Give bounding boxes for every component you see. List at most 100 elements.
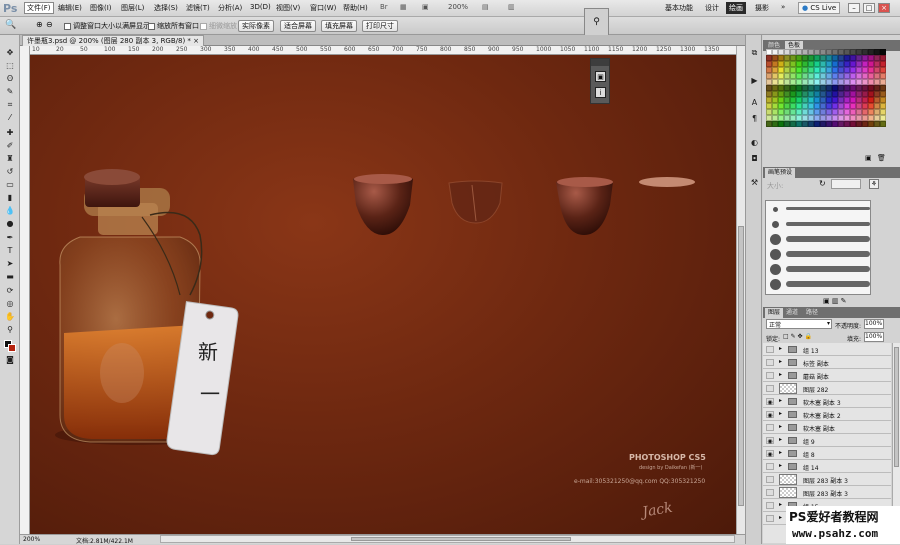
- blur-tool-icon[interactable]: 💧: [4, 206, 16, 216]
- expand-arrow-icon[interactable]: ▸: [779, 410, 782, 417]
- 3d-rotate-icon[interactable]: ⟳: [4, 286, 16, 296]
- dodge-tool-icon[interactable]: ●: [4, 219, 16, 229]
- visibility-eye-icon[interactable]: [766, 502, 774, 509]
- vertical-scroll-thumb[interactable]: [738, 226, 744, 506]
- eyedropper-tool-icon[interactable]: ⁄: [4, 113, 16, 123]
- layer-row[interactable]: ▸ 组 13: [763, 343, 891, 356]
- opacity-field[interactable]: 100%: [864, 319, 884, 329]
- brush-tool-icon[interactable]: ✐: [4, 141, 16, 151]
- expand-arrow-icon[interactable]: ▸: [779, 358, 782, 365]
- 3d-orbit-icon[interactable]: ◎: [4, 299, 16, 309]
- tab-paths[interactable]: 路径: [803, 308, 821, 318]
- layer-row[interactable]: ▸ 标签 副本: [763, 356, 891, 369]
- horizontal-scroll-thumb[interactable]: [351, 537, 571, 541]
- actions-panel-icon[interactable]: ▶: [749, 75, 760, 86]
- bridge-icon[interactable]: Br: [380, 3, 388, 11]
- expand-arrow-icon[interactable]: ▸: [779, 514, 782, 521]
- swatch-cell[interactable]: [880, 121, 886, 127]
- fill-screen-button[interactable]: 填充屏幕: [321, 20, 357, 32]
- expand-arrow-icon[interactable]: ▸: [779, 423, 782, 430]
- expand-arrow-icon[interactable]: ▸: [779, 449, 782, 456]
- adjustments-panel-icon[interactable]: ◐: [749, 137, 760, 148]
- horizontal-scrollbar[interactable]: [160, 535, 735, 543]
- tools-preset-icon[interactable]: ⚒: [749, 177, 760, 188]
- history-panel-icon[interactable]: ⧉: [749, 47, 760, 58]
- zoom-tool-icon[interactable]: ⚲: [4, 325, 16, 335]
- info-icon[interactable]: i: [595, 87, 606, 98]
- zoom-in-icon[interactable]: ⊕: [36, 20, 43, 29]
- swatch-grid[interactable]: [766, 49, 889, 127]
- layer-row[interactable]: ◉ ▸ 组 9: [763, 434, 891, 447]
- blend-mode-select[interactable]: 正常 ▾: [766, 319, 832, 329]
- fill-field[interactable]: 100%: [864, 332, 884, 342]
- visibility-eye-icon[interactable]: [766, 385, 774, 392]
- zoom-tool-icon[interactable]: 🔍: [5, 20, 16, 30]
- menu-layer[interactable]: 图层(L): [121, 3, 144, 13]
- expand-arrow-icon[interactable]: ▸: [779, 345, 782, 352]
- workspace-painting[interactable]: 绘画: [726, 2, 746, 14]
- history-brush-icon[interactable]: ↺: [4, 167, 16, 177]
- visibility-eye-icon[interactable]: ◉: [766, 411, 774, 419]
- close-tab-icon[interactable]: ×: [193, 37, 199, 45]
- brush-list[interactable]: [765, 200, 871, 295]
- menu-file[interactable]: 文件(F): [24, 2, 54, 14]
- zoom-out-icon[interactable]: ⊖: [46, 20, 53, 29]
- visibility-eye-icon[interactable]: [766, 476, 774, 483]
- visibility-eye-icon[interactable]: [766, 346, 774, 353]
- resize-window-checkbox[interactable]: 调整窗口大小以满屏显示: [64, 21, 150, 31]
- menu-help[interactable]: 帮助(H): [343, 3, 368, 13]
- shape-tool-icon[interactable]: ▬: [4, 272, 16, 282]
- marquee-tool-icon[interactable]: ⬚: [4, 61, 16, 71]
- move-tool-icon[interactable]: ✥: [4, 48, 16, 58]
- new-swatch-icon[interactable]: ▣: [865, 154, 872, 162]
- ruler-toggle-icon[interactable]: ▦: [400, 3, 407, 11]
- brush-panel-icon[interactable]: ⚘: [869, 179, 879, 189]
- layer-row[interactable]: ◉ ▸ 组 8: [763, 447, 891, 460]
- gradient-tool-icon[interactable]: ▮: [4, 193, 16, 203]
- brush-preset[interactable]: [768, 278, 870, 291]
- lock-icons[interactable]: □ ✎ ✥ 🔒: [783, 333, 812, 340]
- arrange-icon[interactable]: ▣: [422, 3, 429, 11]
- crop-tool-icon[interactable]: ⌗: [4, 100, 16, 110]
- mini-bridge-panel[interactable]: ⚲: [584, 8, 609, 36]
- visibility-eye-icon[interactable]: [766, 424, 774, 431]
- tab-channels[interactable]: 通道: [783, 308, 801, 318]
- layer-row[interactable]: ◉ ▸ 软木塞 副本 2: [763, 408, 891, 421]
- actual-pixels-button[interactable]: 实际像素: [238, 20, 274, 32]
- canvas[interactable]: 新 一 PHOTOSHOP CS5 design by Daikefan (新一…: [30, 55, 736, 534]
- expand-arrow-icon[interactable]: ▸: [779, 397, 782, 404]
- visibility-eye-icon[interactable]: [766, 372, 774, 379]
- background-color[interactable]: [8, 344, 16, 352]
- layers-scroll-thumb[interactable]: [894, 347, 899, 467]
- close-button[interactable]: ×: [878, 3, 890, 13]
- visibility-eye-icon[interactable]: [766, 359, 774, 366]
- color-swatches[interactable]: [4, 340, 16, 352]
- healing-brush-icon[interactable]: ✚: [4, 128, 16, 138]
- visibility-eye-icon[interactable]: [766, 463, 774, 470]
- expand-arrow-icon[interactable]: ▸: [779, 462, 782, 469]
- brush-size-field[interactable]: [831, 179, 861, 189]
- clone-stamp-icon[interactable]: ♜: [4, 154, 16, 164]
- fit-screen-button[interactable]: 适合屏幕: [280, 20, 316, 32]
- expand-arrow-icon[interactable]: ▸: [779, 501, 782, 508]
- layer-row[interactable]: ▸ 蘑菇 副本: [763, 369, 891, 382]
- mini-panel-header[interactable]: [591, 59, 609, 66]
- visibility-eye-icon[interactable]: [766, 489, 774, 496]
- screen-mode-icon[interactable]: ▤: [482, 3, 489, 11]
- type-tool-icon[interactable]: T: [4, 246, 16, 256]
- layer-row[interactable]: 图层 283 副本 3: [763, 486, 891, 499]
- expand-arrow-icon[interactable]: ▸: [779, 371, 782, 378]
- visibility-eye-icon[interactable]: ◉: [766, 437, 774, 445]
- brush-panel-footer-icons[interactable]: ▣ ▥ ✎: [823, 297, 847, 305]
- workspace-essentials[interactable]: 基本功能: [662, 2, 696, 14]
- vertical-scrollbar[interactable]: [736, 46, 745, 534]
- brush-preset[interactable]: [768, 233, 870, 246]
- menu-analysis[interactable]: 分析(A): [218, 3, 242, 13]
- path-select-icon[interactable]: ➤: [4, 259, 16, 269]
- lasso-tool-icon[interactable]: ʘ: [4, 74, 16, 84]
- cs-live-button[interactable]: ● CS Live: [798, 2, 841, 14]
- menu-3d[interactable]: 3D(D): [250, 3, 271, 11]
- pen-tool-icon[interactable]: ✒: [4, 233, 16, 243]
- visibility-eye-icon[interactable]: [766, 515, 774, 522]
- brush-preset[interactable]: [768, 263, 870, 276]
